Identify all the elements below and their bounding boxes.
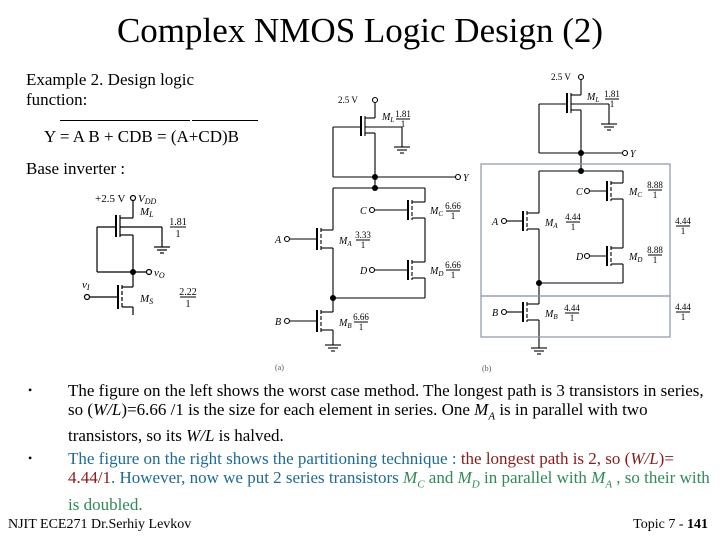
- svg-text:6.66: 6.66: [445, 201, 461, 211]
- text-run: The figure on the right shows the partit…: [68, 449, 461, 469]
- svg-text:ML: ML: [381, 112, 394, 124]
- overline-1: [60, 120, 190, 121]
- svg-text:6.66: 6.66: [445, 260, 461, 270]
- example-heading: Example 2. Design logic function:: [26, 70, 286, 110]
- svg-text:1: 1: [653, 190, 658, 200]
- footer-author: NJIT ECE271 Dr.Serhiy Levkov: [8, 517, 192, 532]
- svg-text:B: B: [492, 308, 498, 319]
- figure-b-schematic: 2.5 V ML 1.81 1 Y C MC 8.88 1 A MA 4.44 …: [480, 72, 691, 373]
- base-inverter-schematic: +2.5 V VDD ML 1.81 1 vO vI MS 2.22 1: [82, 193, 197, 315]
- bullet-dot: •: [28, 451, 33, 466]
- svg-text:vO: vO: [154, 267, 165, 280]
- svg-text:4.44: 4.44: [564, 303, 580, 313]
- svg-text:Y: Y: [463, 173, 470, 184]
- svg-text:1: 1: [451, 211, 456, 221]
- svg-text:1.81: 1.81: [169, 217, 187, 228]
- svg-text:MS: MS: [139, 293, 153, 306]
- svg-text:8.88: 8.88: [647, 180, 663, 190]
- page-number: 141: [687, 517, 708, 532]
- svg-text:A: A: [491, 217, 499, 228]
- bullet-list: • The figure on the left shows the worst…: [28, 381, 718, 518]
- text-run: in parallel with: [479, 468, 592, 488]
- svg-text:1: 1: [186, 299, 191, 310]
- svg-text:+2.5 V: +2.5 V: [95, 193, 126, 205]
- overline-2: [192, 120, 258, 121]
- bullet-item-1: • The figure on the left shows the worst…: [28, 381, 718, 445]
- svg-text:ML: ML: [139, 206, 154, 219]
- svg-text:MA: MA: [544, 218, 558, 230]
- svg-text:MC: MC: [429, 206, 443, 218]
- svg-text:MD: MD: [429, 266, 443, 278]
- svg-text:1: 1: [681, 226, 686, 236]
- svg-text:Y: Y: [630, 149, 637, 160]
- svg-text:C: C: [576, 187, 583, 198]
- figure-a-schematic: 2.5 V ML 1.81 1 Y C MC 6.66 1 A MA 3.33 …: [274, 95, 470, 372]
- svg-text:1.81: 1.81: [604, 89, 620, 99]
- svg-text:(b): (b): [482, 364, 492, 373]
- text-run: is halved.: [214, 426, 284, 446]
- svg-text:1: 1: [176, 229, 181, 240]
- bullet-1-text: The figure on the left shows the worst c…: [68, 381, 704, 445]
- footer-page: Topic 7 - 141: [633, 517, 708, 533]
- bullet-dot: •: [28, 383, 33, 397]
- svg-text:6.66: 6.66: [353, 312, 369, 322]
- svg-text:1: 1: [401, 119, 406, 129]
- vdd-terminal: [129, 194, 137, 202]
- svg-text:1: 1: [610, 99, 615, 109]
- svg-text:1: 1: [361, 240, 366, 250]
- slide-title: Complex NMOS Logic Design (2): [116, 11, 604, 50]
- text-run: W/L: [630, 449, 659, 469]
- text-run: the longest path is 2, so (: [460, 449, 631, 469]
- text-run: W/L: [186, 426, 215, 446]
- text-run: W/L: [93, 400, 122, 419]
- svg-text:4.44: 4.44: [675, 302, 691, 312]
- text-run: MA: [591, 468, 613, 491]
- example-line-2: function:: [26, 90, 88, 109]
- example-line-1: Example 2. Design logic: [26, 70, 195, 89]
- svg-text:vI: vI: [82, 279, 90, 292]
- svg-text:B: B: [275, 317, 281, 328]
- text-run: . However, now we put 2 series transisto…: [110, 468, 404, 488]
- text-run: MC: [403, 468, 425, 491]
- footer-topic: Topic 7 -: [633, 517, 687, 532]
- partition-box-top: [480, 163, 671, 297]
- base-inverter-label: Base inverter :: [26, 159, 126, 178]
- logic-equation: Y = A B + CDB = (A+CD)B: [44, 127, 239, 146]
- svg-text:8.88: 8.88: [647, 245, 663, 255]
- svg-text:4.44: 4.44: [675, 216, 691, 226]
- svg-text:VDD: VDD: [138, 193, 157, 206]
- svg-text:1: 1: [570, 313, 575, 323]
- svg-text:(a): (a): [275, 363, 284, 372]
- svg-text:1: 1: [571, 222, 576, 232]
- svg-text:3.33: 3.33: [355, 230, 371, 240]
- text-run: )=6.66 /1 is the size for each element i…: [121, 400, 475, 419]
- svg-text:MC: MC: [628, 187, 642, 199]
- svg-text:1: 1: [451, 270, 456, 280]
- svg-text:D: D: [359, 266, 368, 277]
- svg-text:MB: MB: [544, 309, 558, 321]
- text-run: and: [424, 468, 458, 488]
- svg-text:1: 1: [653, 255, 658, 265]
- svg-text:C: C: [360, 206, 367, 217]
- svg-text:2.22: 2.22: [179, 287, 197, 298]
- bullet-item-2: • The figure on the right shows the part…: [28, 449, 718, 513]
- svg-text:1: 1: [359, 322, 364, 332]
- bullet-2-text: The figure on the right shows the partit…: [68, 449, 710, 513]
- svg-text:MD: MD: [628, 252, 642, 264]
- svg-text:2.5 V: 2.5 V: [551, 72, 571, 82]
- svg-text:ML: ML: [586, 92, 599, 104]
- svg-text:MB: MB: [338, 318, 352, 330]
- svg-text:D: D: [575, 252, 584, 263]
- svg-text:2.5 V: 2.5 V: [338, 95, 358, 105]
- text-run: MD: [457, 468, 480, 491]
- svg-text:1.81: 1.81: [395, 109, 411, 119]
- text-run: MA: [474, 400, 496, 423]
- svg-text:1: 1: [681, 312, 686, 322]
- svg-text:MA: MA: [338, 236, 352, 248]
- svg-text:A: A: [274, 235, 282, 246]
- svg-text:4.44: 4.44: [565, 212, 581, 222]
